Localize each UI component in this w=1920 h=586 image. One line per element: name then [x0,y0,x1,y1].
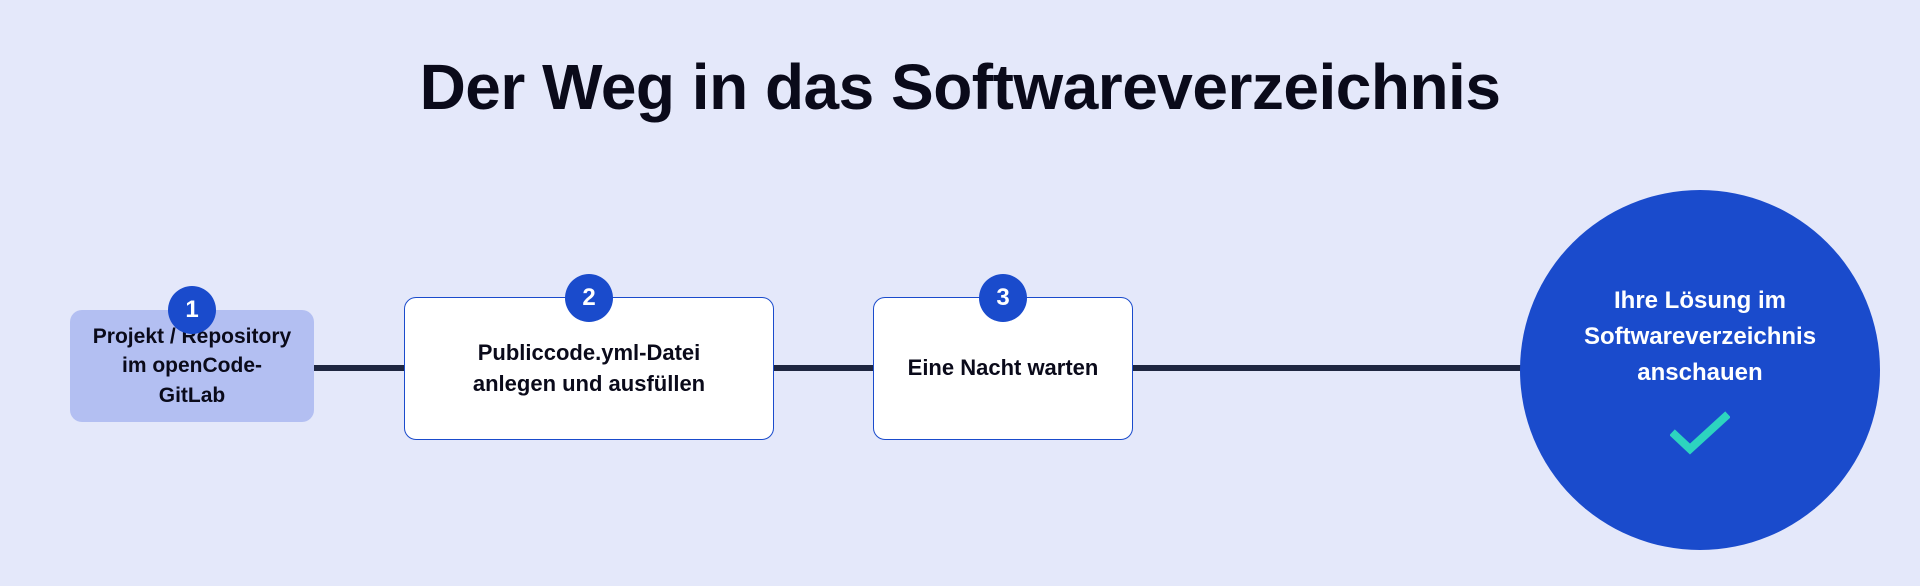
step-badge-1: 1 [168,286,216,334]
step-text-2: Publiccode.yml-Dateianlegen und ausfülle… [473,338,705,400]
checkmark-icon [1670,411,1730,457]
step-text-1: Projekt / Repositoryim openCode-GitLab [90,322,294,410]
step-badge-3: 3 [979,274,1027,322]
final-circle: Ihre Lösung imSoftwareverzeichnisanschau… [1520,190,1880,550]
diagram-title: Der Weg in das Softwareverzeichnis [0,0,1920,124]
final-text: Ihre Lösung imSoftwareverzeichnisanschau… [1554,283,1846,391]
step-box-1: 1 Projekt / Repositoryim openCode-GitLab [70,310,314,422]
step-box-2: 2 Publiccode.yml-Dateianlegen und ausfül… [404,297,774,440]
flow-container: 1 Projekt / Repositoryim openCode-GitLab… [0,280,1920,540]
step-text-3: Eine Nacht warten [908,353,1099,384]
step-box-3: 3 Eine Nacht warten [873,297,1133,440]
step-badge-2: 2 [565,274,613,322]
